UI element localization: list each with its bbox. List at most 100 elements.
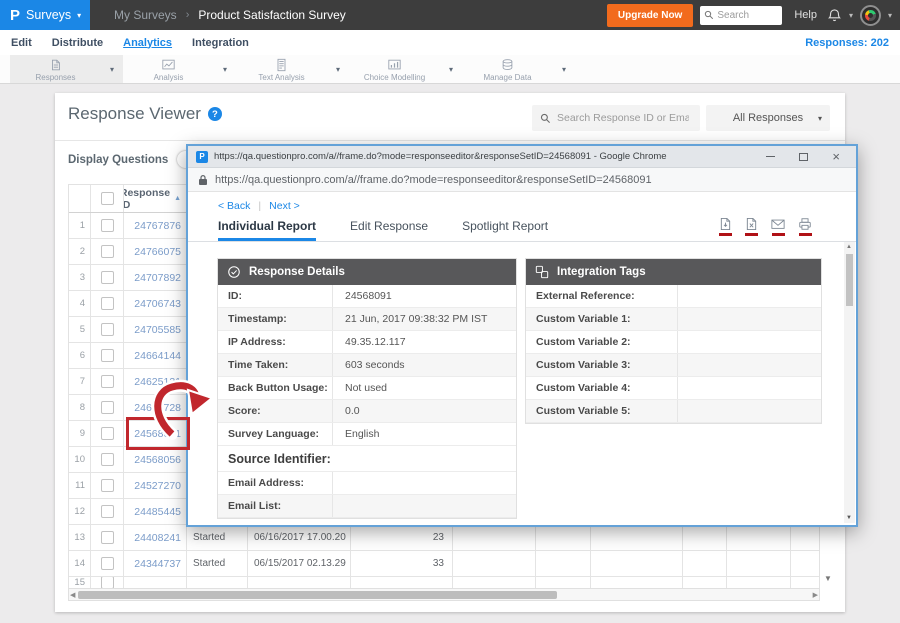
window-title-bar[interactable]: P https://qa.questionpro.com/a//frame.do… bbox=[188, 146, 856, 168]
scroll-down-icon[interactable]: ▼ bbox=[846, 515, 852, 521]
breadcrumb-current: Product Satisfaction Survey bbox=[198, 8, 345, 22]
scroll-up-icon[interactable]: ▲ bbox=[846, 244, 852, 250]
all-responses-value: All Responses bbox=[733, 112, 803, 124]
response-id-header[interactable]: Response ID▲ bbox=[124, 187, 181, 211]
scrollbar-thumb[interactable] bbox=[846, 254, 853, 306]
notifications-bell-icon[interactable] bbox=[827, 8, 842, 23]
detail-row: Email List: bbox=[218, 495, 516, 518]
row-checkbox[interactable] bbox=[101, 479, 114, 492]
chevron-down-icon[interactable]: ▾ bbox=[849, 11, 853, 20]
tab-individual-report[interactable]: Individual Report bbox=[218, 219, 316, 241]
search-icon bbox=[704, 10, 714, 20]
toolbar-text-analysis[interactable]: Text Analysis ▾ bbox=[236, 55, 349, 83]
row-checkbox[interactable] bbox=[101, 323, 114, 336]
scroll-left-icon[interactable]: ◀ bbox=[70, 591, 75, 599]
excel-icon bbox=[745, 217, 758, 231]
export-pdf-button[interactable] bbox=[719, 217, 732, 236]
nav-item-analytics[interactable]: Analytics bbox=[123, 37, 172, 49]
row-checkbox[interactable] bbox=[101, 219, 114, 232]
row-checkbox[interactable] bbox=[101, 505, 114, 518]
table-scroll-down-icon[interactable]: ▼ bbox=[824, 574, 832, 583]
detail-row: IP Address:49.35.12.117 bbox=[218, 331, 516, 354]
help-badge-icon[interactable]: ? bbox=[208, 107, 222, 121]
scroll-right-icon[interactable]: ▶ bbox=[813, 591, 818, 599]
underline bbox=[745, 233, 758, 236]
global-search-input[interactable] bbox=[717, 10, 777, 21]
row-checkbox[interactable] bbox=[101, 297, 114, 310]
response-id-link[interactable]: 24706743 bbox=[124, 291, 187, 316]
nav-item-edit[interactable]: Edit bbox=[11, 37, 32, 49]
back-link[interactable]: < Back bbox=[218, 200, 250, 212]
response-id-link[interactable] bbox=[124, 577, 187, 588]
close-icon[interactable]: × bbox=[832, 150, 840, 163]
row-checkbox[interactable] bbox=[101, 557, 114, 570]
report-tabs: Individual Report Edit Response Spotligh… bbox=[188, 212, 856, 242]
row-checkbox[interactable] bbox=[101, 271, 114, 284]
response-id-link[interactable]: 24766075 bbox=[124, 239, 187, 264]
avatar[interactable] bbox=[860, 5, 881, 26]
row-checkbox[interactable] bbox=[101, 453, 114, 466]
tag-row: Custom Variable 5: bbox=[526, 400, 821, 423]
response-search bbox=[532, 105, 700, 131]
chevron-down-icon[interactable]: ▾ bbox=[440, 65, 462, 74]
row-checkbox[interactable] bbox=[101, 375, 114, 388]
puzzle-icon bbox=[535, 265, 549, 279]
choice-modelling-icon bbox=[387, 58, 402, 72]
search-icon bbox=[540, 113, 551, 124]
response-id-link[interactable]: 24527270 bbox=[124, 473, 187, 498]
toolbar-analysis[interactable]: Analysis ▾ bbox=[123, 55, 236, 83]
row-checkbox[interactable] bbox=[101, 401, 114, 414]
chevron-down-icon[interactable]: ▾ bbox=[327, 65, 349, 74]
response-id-link[interactable]: 24767876 bbox=[124, 213, 187, 238]
nav-item-integration[interactable]: Integration bbox=[192, 37, 249, 49]
response-id-link[interactable]: 24705585 bbox=[124, 317, 187, 342]
pdf-icon bbox=[719, 217, 732, 231]
page-title-row: Response Viewer ? bbox=[68, 104, 222, 124]
breadcrumb-my-surveys[interactable]: My Surveys bbox=[114, 8, 177, 22]
email-rows: Email Address: Email List: bbox=[218, 472, 516, 518]
chevron-down-icon[interactable]: ▾ bbox=[888, 11, 892, 20]
response-id-link[interactable]: 24707892 bbox=[124, 265, 187, 290]
toolbar-manage-data[interactable]: Manage Data ▾ bbox=[462, 55, 575, 83]
response-id-link[interactable]: 24568056 bbox=[124, 447, 187, 472]
nav-item-distribute[interactable]: Distribute bbox=[52, 37, 103, 49]
select-all-checkbox[interactable] bbox=[101, 192, 114, 205]
sort-asc-icon: ▲ bbox=[174, 195, 181, 202]
chevron-down-icon[interactable]: ▾ bbox=[214, 65, 236, 74]
maximize-icon[interactable] bbox=[799, 153, 808, 161]
chevron-down-icon[interactable]: ▾ bbox=[553, 65, 575, 74]
response-id-link[interactable]: 24485445 bbox=[124, 499, 187, 524]
minimize-icon[interactable] bbox=[766, 156, 775, 157]
toolbar-choice-modelling[interactable]: Choice Modelling ▾ bbox=[349, 55, 462, 83]
address-bar[interactable]: https://qa.questionpro.com/a//frame.do?m… bbox=[188, 168, 856, 192]
chevron-down-icon[interactable]: ▾ bbox=[101, 65, 123, 74]
timestamp-cell: 06/16/2017 17.00.20 bbox=[248, 525, 351, 550]
upgrade-now-button[interactable]: Upgrade Now bbox=[607, 4, 693, 27]
row-checkbox[interactable] bbox=[101, 349, 114, 362]
row-checkbox[interactable] bbox=[101, 577, 114, 588]
row-checkbox[interactable] bbox=[101, 245, 114, 258]
tag-row: Custom Variable 1: bbox=[526, 308, 821, 331]
next-link[interactable]: Next > bbox=[269, 200, 300, 212]
response-id-link[interactable]: 24344737 bbox=[124, 551, 187, 576]
email-report-button[interactable] bbox=[771, 217, 785, 236]
help-link[interactable]: Help bbox=[794, 9, 817, 21]
tab-spotlight-report[interactable]: Spotlight Report bbox=[462, 219, 548, 241]
response-id-link[interactable]: 24408241 bbox=[124, 525, 187, 550]
row-checkbox[interactable] bbox=[101, 427, 114, 440]
response-search-input[interactable] bbox=[557, 112, 689, 124]
print-button[interactable] bbox=[798, 217, 812, 236]
row-number: 3 bbox=[69, 265, 91, 290]
popup-vertical-scrollbar[interactable]: ▲ ▼ bbox=[844, 242, 855, 523]
scrollbar-thumb[interactable] bbox=[78, 591, 557, 599]
all-responses-dropdown[interactable]: All Responses ▾ bbox=[706, 105, 830, 131]
row-checkbox[interactable] bbox=[101, 531, 114, 544]
export-excel-button[interactable] bbox=[745, 217, 758, 236]
detail-row: ID:24568091 bbox=[218, 285, 516, 308]
horizontal-scrollbar[interactable]: ◀ ▶ bbox=[68, 588, 820, 601]
count-cell: 33 bbox=[351, 551, 453, 576]
product-switcher[interactable]: P Surveys ▾ bbox=[0, 0, 90, 30]
row-number-header bbox=[69, 185, 91, 212]
tab-edit-response[interactable]: Edit Response bbox=[350, 219, 428, 241]
toolbar-responses[interactable]: Responses ▾ bbox=[10, 55, 123, 83]
